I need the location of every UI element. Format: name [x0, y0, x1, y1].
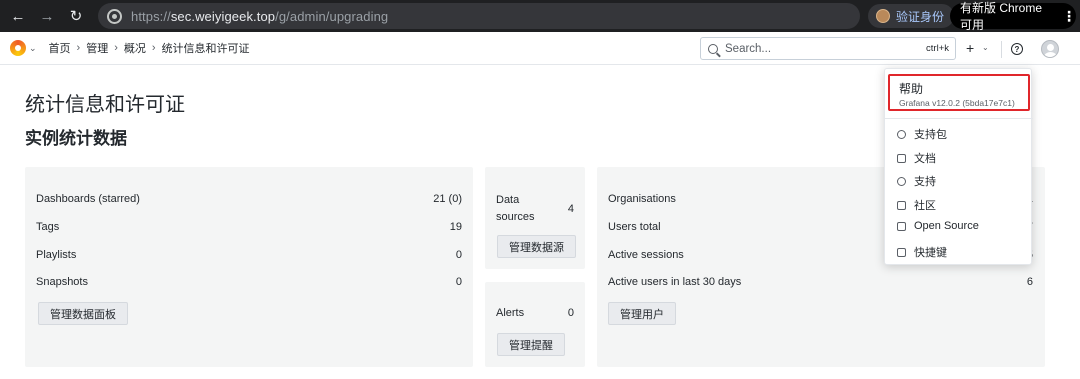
help-menu-title: 帮助 [899, 82, 924, 96]
help-menu: 帮助 Grafana v12.0.2 (5bda17e7c1) 支持包 文档 支… [884, 68, 1033, 265]
menu-item-open-source[interactable]: Open Source [897, 220, 979, 232]
grafana-topbar: ⌄ 首页 › 管理 › 概况 › 统计信息和许可证 Search... ctrl… [0, 32, 1080, 65]
comments-icon [897, 200, 906, 210]
chevron-down-icon[interactable]: ⌄ [982, 43, 989, 52]
breadcrumb-home[interactable]: 首页 [49, 40, 71, 56]
breadcrumb-current: 统计信息和许可证 [161, 43, 250, 55]
document-icon [897, 153, 906, 163]
menu-divider [885, 118, 1033, 119]
menu-item-support[interactable]: 支持 [897, 173, 936, 189]
help-icon[interactable]: ? [1011, 43, 1023, 55]
dashboards-stats-card: Dashboards (starred) 21 (0) Tags 19 Play… [25, 167, 473, 367]
address-bar[interactable]: https://sec.weiyigeek.top/g/admin/upgrad… [98, 3, 860, 29]
chevron-down-icon[interactable]: ⌄ [29, 43, 37, 54]
menu-item-support-bundle[interactable]: 支持包 [897, 126, 947, 142]
question-circle-icon [897, 176, 906, 186]
verify-identity-button[interactable]: 验证身份 [868, 4, 955, 28]
chevron-right-icon: › [151, 42, 156, 54]
external-link-icon [897, 221, 906, 231]
menu-item-documentation[interactable]: 文档 [897, 150, 936, 166]
wrench-icon [897, 129, 906, 139]
stat-row: Alerts 0 [496, 307, 574, 319]
chevron-right-icon: › [114, 42, 118, 54]
search-icon [708, 43, 718, 54]
user-avatar-icon[interactable] [1041, 40, 1059, 58]
search-input[interactable]: Search... ctrl+k [700, 37, 956, 60]
chevron-right-icon: › [76, 42, 81, 54]
forward-arrow-icon[interactable]: → [36, 5, 58, 27]
profile-avatar-icon [876, 9, 890, 23]
grafana-version: Grafana v12.0.2 (5bda17e7c1) [899, 98, 1015, 108]
search-placeholder: Search... [725, 42, 772, 55]
manage-alerts-button[interactable]: 管理提醒 [497, 333, 565, 356]
more-menu-icon[interactable]: ⋮ [1062, 8, 1076, 25]
help-menu-header: 帮助 Grafana v12.0.2 (5bda17e7c1) [888, 74, 1030, 111]
breadcrumb-overview[interactable]: 概况 [124, 40, 146, 56]
site-info-icon[interactable] [107, 8, 122, 24]
breadcrumb: 首页 › 管理 › 概况 › 统计信息和许可证 [49, 40, 250, 56]
breadcrumb-admin[interactable]: 管理 [86, 40, 108, 56]
chrome-update-button[interactable]: 有新版 Chrome 可用 ⋮ [950, 1, 1076, 32]
url-text[interactable]: https://sec.weiyigeek.top/g/admin/upgrad… [131, 9, 388, 24]
toolbar-divider [1001, 41, 1002, 58]
manage-datasources-button[interactable]: 管理数据源 [497, 235, 576, 258]
keyboard-icon [897, 247, 906, 257]
page-title: 统计信息和许可证 [25, 94, 185, 116]
menu-item-community[interactable]: 社区 [897, 197, 936, 213]
stat-row: Playlists 0 [36, 249, 462, 261]
reload-icon[interactable]: ↻ [65, 5, 87, 27]
stat-row: Snapshots 0 [36, 276, 462, 288]
manage-dashboards-button[interactable]: 管理数据面板 [38, 302, 128, 325]
datasources-stats-card: Data sources 4 管理数据源 [485, 167, 585, 269]
stat-row: Tags 19 [36, 221, 462, 233]
stat-row: Active users in last 30 days 6 [608, 276, 1033, 288]
stat-row: Dashboards (starred) 21 (0) [36, 193, 462, 205]
grafana-logo-icon[interactable] [10, 40, 26, 56]
manage-users-button[interactable]: 管理用户 [608, 302, 676, 325]
add-new-icon[interactable]: + [966, 40, 974, 56]
stat-row: Data sources 4 [496, 194, 574, 223]
menu-item-keyboard-shortcuts[interactable]: 快捷键 [897, 244, 947, 260]
alerts-stats-card: Alerts 0 管理提醒 [485, 282, 585, 367]
section-title: 实例统计数据 [25, 129, 127, 148]
back-arrow-icon[interactable]: ← [7, 5, 29, 27]
search-shortcut: ctrl+k [926, 43, 949, 54]
browser-toolbar: ← → ↻ https://sec.weiyigeek.top/g/admin/… [0, 0, 1080, 32]
